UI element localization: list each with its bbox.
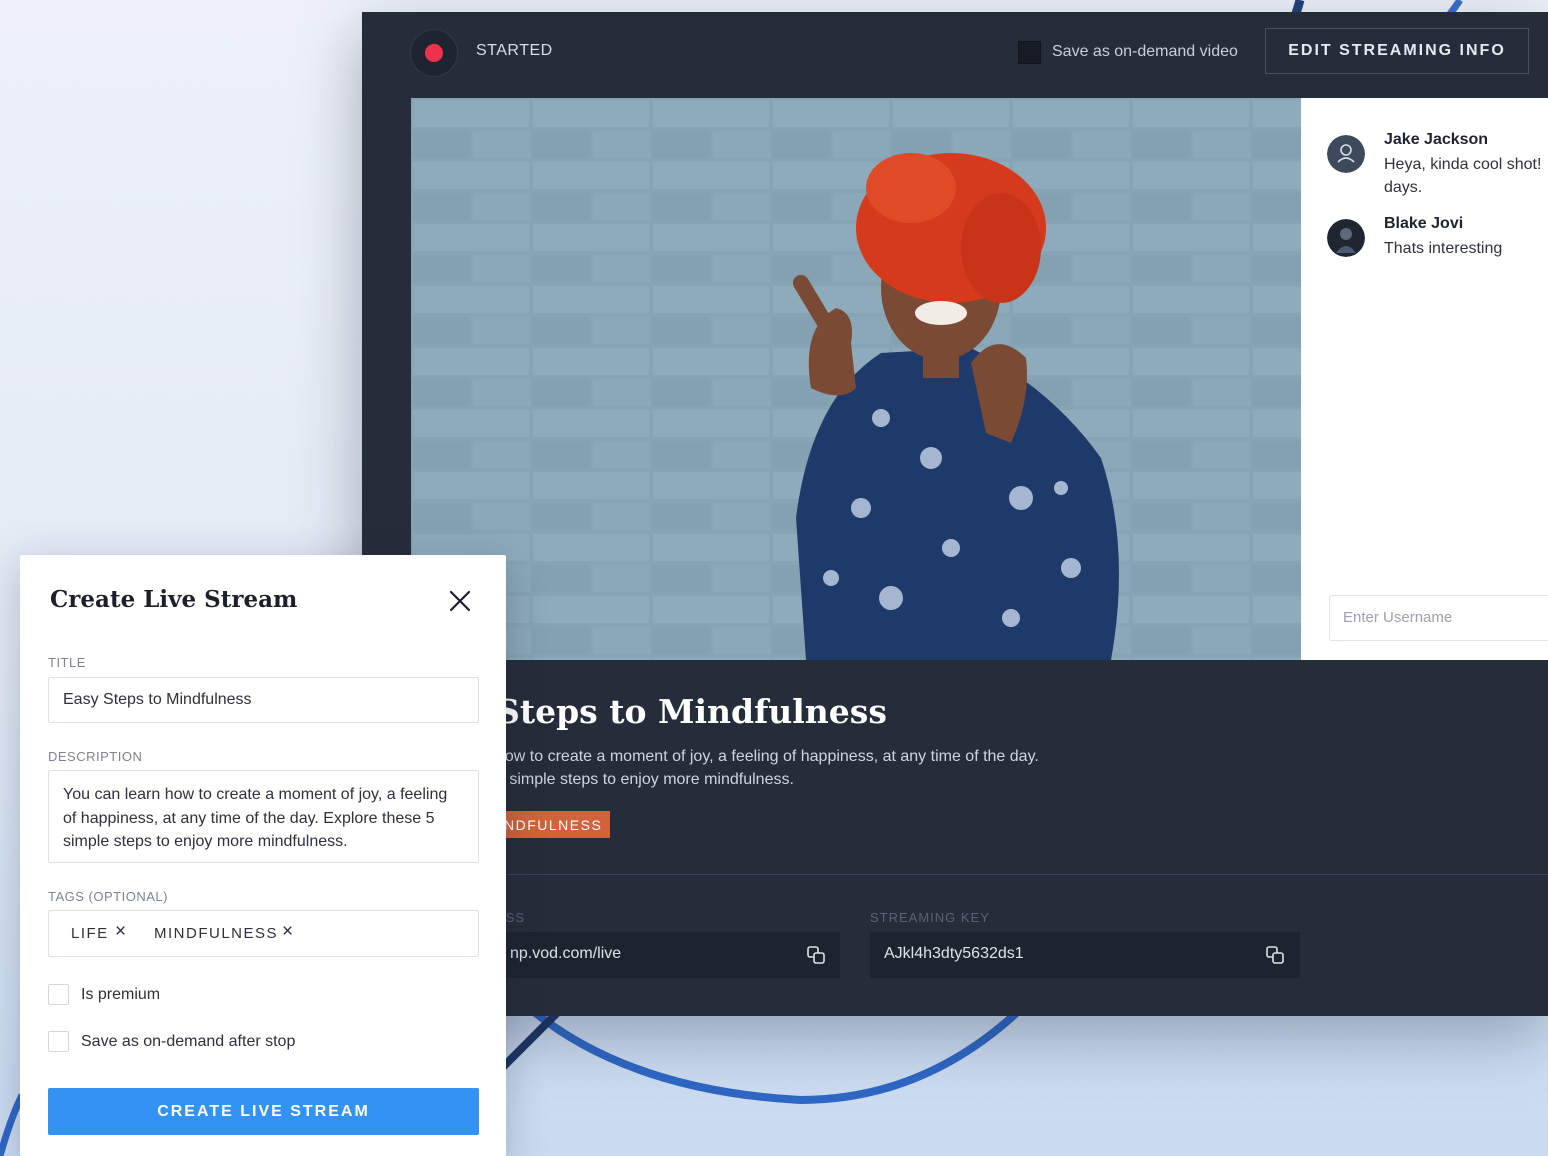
title-input[interactable]: Easy Steps to Mindfulness xyxy=(48,677,479,723)
tag-chip-label: MINDFULNESS xyxy=(154,925,279,942)
copy-icon[interactable] xyxy=(1265,945,1285,965)
stream-description-line: 5 simple steps to enjoy more mindfulness… xyxy=(496,771,794,788)
video-frame-image xyxy=(411,98,1301,660)
tag-chip-label: LIFE xyxy=(71,925,109,942)
record-icon xyxy=(425,44,443,62)
description-value: You can learn how to create a moment of … xyxy=(63,786,448,850)
title-label: TITLE xyxy=(48,655,86,670)
remove-tag-icon[interactable]: × xyxy=(115,922,126,941)
create-live-stream-button[interactable]: CREATE LIVE STREAM xyxy=(48,1088,479,1135)
stream-topbar: STARTED Save as on-demand video EDIT STR… xyxy=(362,12,1548,98)
stream-description: how to create a moment of joy, a feeling… xyxy=(496,745,1096,791)
record-button[interactable] xyxy=(410,29,458,77)
modal-title: Create Live Stream xyxy=(50,586,298,613)
save-on-demand-checkbox[interactable] xyxy=(1018,41,1041,64)
address-value: np.vod.com/live xyxy=(510,945,622,962)
create-live-stream-modal: Create Live Stream TITLE Easy Steps to M… xyxy=(20,555,506,1156)
chat-author: Blake Jovi xyxy=(1384,215,1464,232)
username-input[interactable]: Enter Username xyxy=(1329,595,1548,641)
avatar xyxy=(1327,219,1365,257)
streaming-key-value: AJkl4h3dty5632ds1 xyxy=(884,945,1024,962)
copy-icon[interactable] xyxy=(806,945,826,965)
streaming-key-field[interactable]: AJkl4h3dty5632ds1 xyxy=(870,932,1300,978)
divider xyxy=(496,874,1548,875)
title-input-value: Easy Steps to Mindfulness xyxy=(63,691,252,708)
chat-panel: Jake Jackson Heya, kinda cool shot! days… xyxy=(1301,98,1548,660)
edit-streaming-info-button[interactable]: EDIT STREAMING INFO xyxy=(1265,28,1529,74)
tags-label: TAGS (OPTIONAL) xyxy=(48,889,168,904)
remove-tag-icon[interactable]: × xyxy=(282,922,293,941)
stream-status: STARTED xyxy=(476,42,553,59)
save-after-stop-checkbox[interactable] xyxy=(48,1031,69,1052)
close-icon[interactable] xyxy=(447,588,473,614)
chat-text: Heya, kinda cool shot! days. xyxy=(1384,156,1542,196)
stream-title: Steps to Mindfulness xyxy=(496,692,887,731)
chat-author: Jake Jackson xyxy=(1384,131,1489,148)
video-preview[interactable] xyxy=(411,98,1301,660)
description-label: DESCRIPTION xyxy=(48,749,143,764)
stream-description-line: how to create a moment of joy, a feeling… xyxy=(496,748,1039,765)
chat-text: Thats interesting xyxy=(1384,240,1503,257)
save-on-demand-label: Save as on-demand video xyxy=(1052,43,1238,60)
save-after-stop-label: Save as on-demand after stop xyxy=(81,1033,296,1050)
user-icon xyxy=(1327,135,1365,173)
stream-tag: NDFULNESS xyxy=(496,811,611,838)
streaming-key-label: STREAMING KEY xyxy=(870,910,990,925)
tags-input[interactable]: LIFE × MINDFULNESS × xyxy=(48,910,479,957)
is-premium-checkbox[interactable] xyxy=(48,984,69,1005)
is-premium-label: Is premium xyxy=(81,986,161,1003)
address-field[interactable]: np.vod.com/live xyxy=(496,932,840,978)
description-textarea[interactable]: You can learn how to create a moment of … xyxy=(48,770,479,863)
stream-panel: STARTED Save as on-demand video EDIT STR… xyxy=(362,12,1548,1016)
